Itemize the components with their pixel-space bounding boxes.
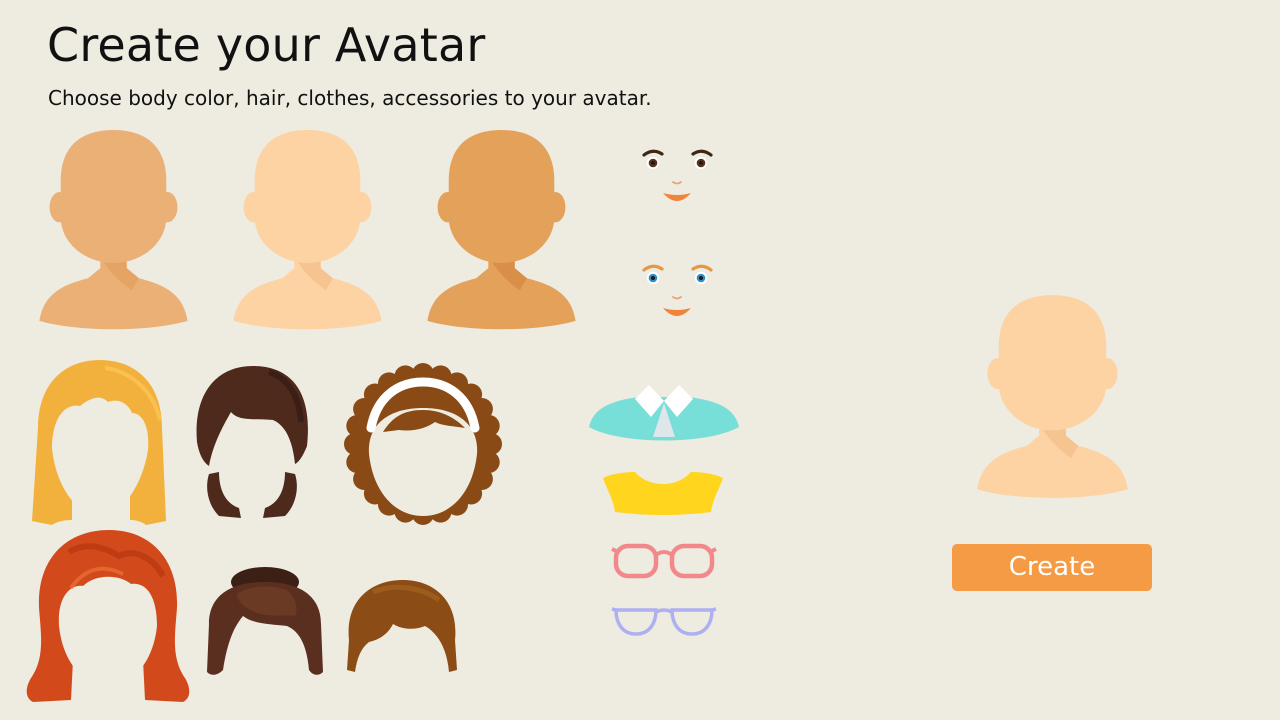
avatar-preview [975, 293, 1130, 498]
hair-option-bun-brown[interactable] [203, 566, 327, 678]
hair-icon [344, 363, 502, 525]
hair-option-long-red[interactable] [23, 528, 193, 704]
head-bust-icon [233, 130, 382, 330]
face-features-icon [642, 264, 713, 316]
hair-option-curly-headband[interactable] [343, 362, 503, 525]
accessory-option-pink-glasses[interactable] [611, 541, 717, 581]
page-subtitle: Choose body color, hair, clothes, access… [48, 86, 652, 110]
create-button[interactable]: Create [952, 544, 1152, 591]
head-bust-icon [427, 130, 576, 330]
clothes-option-teal-shirt[interactable] [587, 383, 741, 443]
hair-option-short-dark-brown[interactable] [191, 364, 313, 522]
hair-icon [207, 567, 323, 675]
clothes-option-yellow-top[interactable] [601, 468, 725, 515]
hair-icon [26, 530, 190, 702]
body-color-option-2[interactable] [231, 128, 384, 331]
glasses-icon [611, 543, 717, 579]
face-option-2[interactable] [637, 258, 717, 324]
head-bust-icon [39, 130, 188, 330]
hair-icon [196, 366, 308, 518]
glasses-icon [611, 607, 717, 636]
hair-icon [347, 580, 457, 672]
shirt-icon [589, 385, 739, 441]
body-color-option-1[interactable] [37, 128, 190, 331]
face-features-icon [642, 149, 713, 201]
hair-icon [32, 360, 166, 525]
preview-head-bust [977, 295, 1128, 498]
page-title: Create your Avatar [47, 18, 486, 72]
shirt-icon [603, 472, 723, 515]
hair-option-long-blonde[interactable] [30, 358, 170, 526]
body-color-option-3[interactable] [425, 128, 578, 331]
accessory-option-lavender-glasses[interactable] [611, 604, 717, 638]
face-option-1[interactable] [637, 143, 717, 209]
hair-option-short-brown[interactable] [343, 578, 460, 674]
